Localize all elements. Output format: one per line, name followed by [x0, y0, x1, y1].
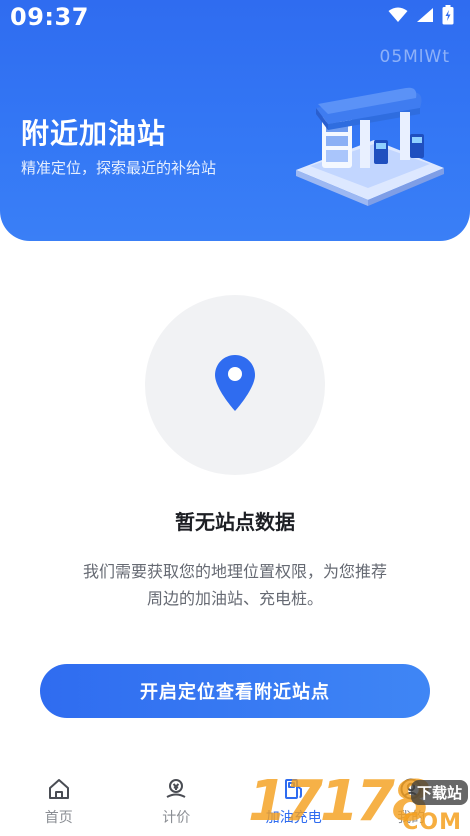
tab-profile[interactable]: 我的 — [353, 770, 470, 836]
bottom-tab-bar: 首页 计价 加油充电 我的 — [0, 770, 470, 836]
header-banner: 09:37 05MlWt 附近加油站 精准定位，探索最近的补给站 — [0, 0, 470, 241]
empty-state-circle — [145, 295, 325, 475]
wifi-icon — [388, 7, 408, 27]
status-icons — [388, 5, 454, 29]
page-subtitle: 精准定位，探索最近的补给站 — [21, 159, 217, 177]
tab-label: 我的 — [397, 810, 426, 826]
tab-label: 计价 — [162, 810, 191, 826]
status-time: 09:37 — [10, 3, 89, 31]
tab-label: 加油充电 — [265, 810, 322, 826]
enable-location-button[interactable]: 开启定位查看附近站点 — [40, 664, 430, 718]
tab-price[interactable]: 计价 — [118, 770, 236, 836]
tab-home[interactable]: 首页 — [0, 770, 118, 836]
price-icon — [163, 776, 189, 802]
status-bar: 09:37 — [0, 0, 470, 34]
empty-state-description: 我们需要获取您的地理位置权限，为您推荐 周边的加油站、充电桩。 — [50, 558, 420, 612]
user-icon — [398, 776, 424, 802]
empty-state-description-line: 周边的加油站、充电桩。 — [146, 589, 323, 608]
page-title: 附近加油站 — [21, 117, 167, 150]
empty-state-title: 暂无站点数据 — [175, 510, 295, 534]
signal-icon — [416, 7, 434, 27]
location-pin-icon — [215, 355, 255, 415]
fuel-pump-icon — [281, 776, 307, 802]
gas-station-illustration — [288, 78, 450, 208]
tab-fuel-charging[interactable]: 加油充电 — [235, 770, 353, 836]
watermark-text: 05MlWt — [379, 47, 450, 67]
empty-state-description-line: 我们需要获取您的地理位置权限，为您推荐 — [82, 562, 387, 581]
battery-icon — [442, 5, 454, 29]
tab-label: 首页 — [44, 810, 73, 826]
home-icon — [46, 776, 72, 802]
